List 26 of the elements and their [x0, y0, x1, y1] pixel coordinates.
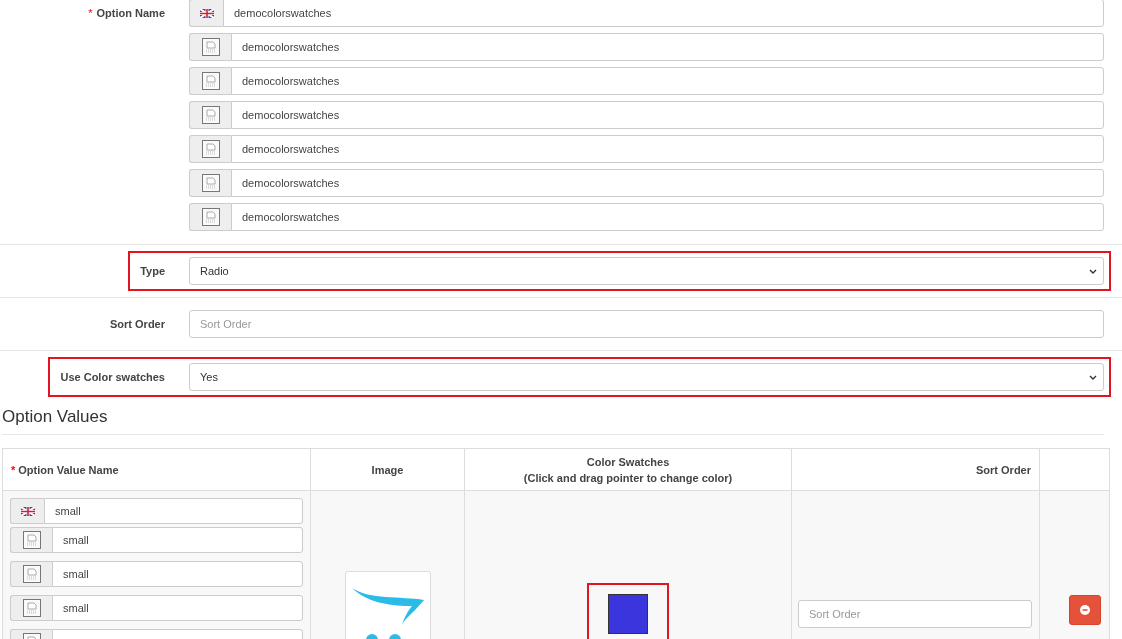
text-input[interactable]: democolorswatches [231, 67, 1104, 95]
column-header: Image [371, 463, 404, 476]
field-label: Use Color swatches [60, 370, 165, 385]
field-label: Type [140, 264, 165, 279]
required-mark: * [11, 463, 16, 476]
text-input[interactable]: democolorswatches [231, 135, 1104, 163]
text-input[interactable]: democolorswatches [231, 203, 1104, 231]
column-header: Sort Order [976, 463, 1031, 476]
text-input[interactable]: democolorswatches [223, 0, 1104, 27]
column-header: Option Value Name [18, 463, 119, 476]
text-input[interactable]: small [52, 527, 303, 553]
select-dropdown[interactable]: Yes [189, 363, 1104, 391]
sort-order-input[interactable]: Sort Order [798, 600, 1032, 628]
column-header: Color Swatches (Click and drag pointer to change color) [523, 455, 733, 484]
select-dropdown[interactable]: Radio [189, 257, 1104, 285]
section-heading: Option Values [2, 407, 1104, 435]
sort-order-input[interactable]: Sort Order [189, 310, 1104, 338]
text-input[interactable]: democolorswatches [231, 101, 1104, 129]
text-input[interactable]: democolorswatches [231, 169, 1104, 197]
field-label: Option Name [96, 6, 165, 21]
text-input[interactable]: small [52, 595, 303, 621]
text-input[interactable]: democolorswatches [231, 33, 1104, 61]
text-input[interactable]: small [44, 498, 303, 524]
text-input[interactable]: small [52, 561, 303, 587]
field-label: Sort Order [110, 317, 165, 332]
required-mark: * [88, 7, 93, 19]
